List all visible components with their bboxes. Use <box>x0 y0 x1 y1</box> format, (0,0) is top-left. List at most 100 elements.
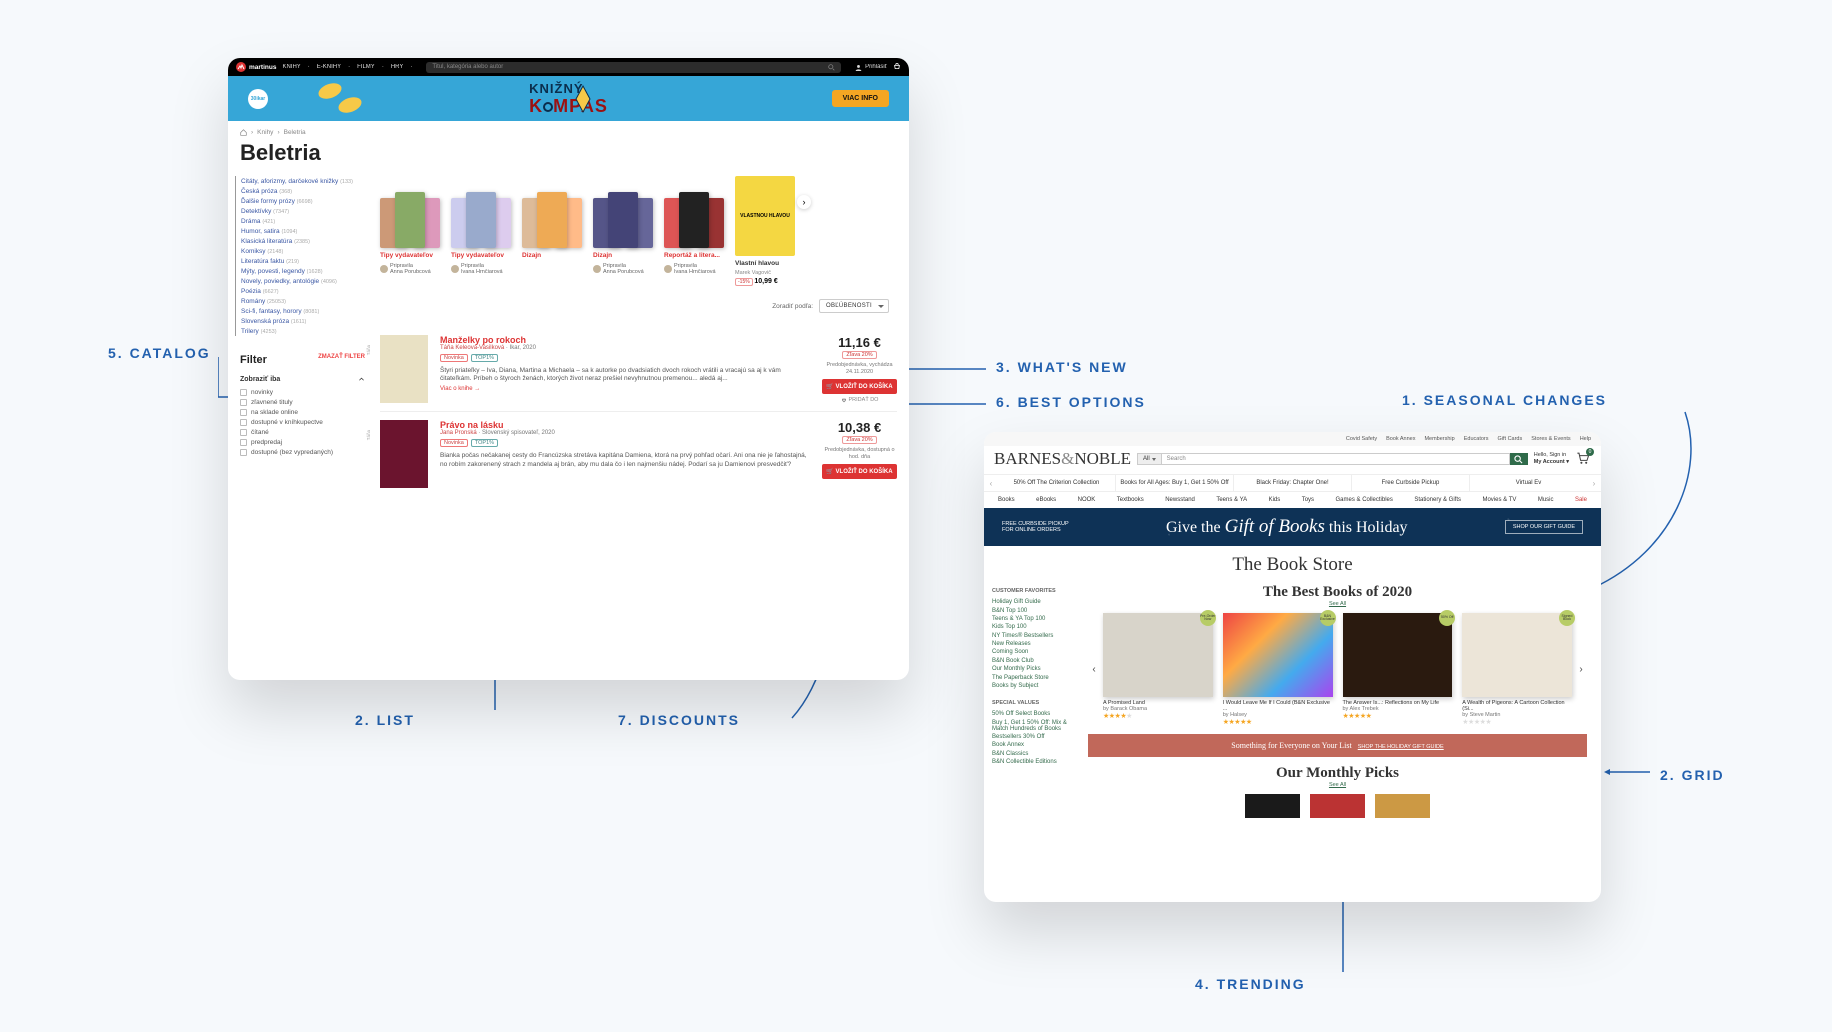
sidebar-link[interactable]: The Paperback Store <box>992 673 1072 681</box>
category-link[interactable]: Slovenská próza (1611) <box>235 316 360 326</box>
featured-card[interactable]: VLASTNOU HLAVOU›Vlastní hlavouMarek Vago… <box>735 176 795 285</box>
collection-card[interactable]: DizajnPripravilaAnna Porubcová <box>593 176 653 285</box>
more-link[interactable]: Viac o knihe → <box>440 386 480 392</box>
promo-item[interactable]: Books for All Ages: Buy 1, Get 1 50% Off <box>1116 475 1234 491</box>
sidebar-link[interactable]: Buy 1, Get 1 50% Off: Mix & Match Hundre… <box>992 719 1072 733</box>
carousel-next[interactable]: › <box>1575 664 1587 675</box>
filter-checkbox[interactable]: zľavnené tituly <box>240 397 365 407</box>
category-link[interactable]: Trilery (4253) <box>235 326 360 336</box>
account-menu[interactable]: Hello, Sign inMy Account ▾ <box>1534 452 1569 465</box>
category-link[interactable]: Mýty, povesti, legendy (1628) <box>235 266 360 276</box>
see-all-link[interactable]: See All <box>1088 782 1587 788</box>
sidebar-link[interactable]: NY Times® Bestsellers <box>992 632 1072 640</box>
sidebar-link[interactable]: B&N Top 100 <box>992 606 1072 614</box>
clear-filter[interactable]: ZMAZAŤ FILTER <box>318 354 365 366</box>
nav-link[interactable]: FILMY <box>357 64 375 70</box>
collection-card[interactable]: Tipy vydavateľovPripravilaAnna Porubcová <box>380 176 440 285</box>
search-cat-select[interactable]: All <box>1137 453 1162 465</box>
nav-link[interactable]: E-KNIHY <box>317 64 341 70</box>
nav-link[interactable]: HRY <box>391 64 404 70</box>
collection-card[interactable]: Tipy vydavateľovPripravilaIvana Hrnčiaro… <box>451 176 511 285</box>
dept-link[interactable]: Newsstand <box>1165 497 1195 503</box>
sidebar-link[interactable]: Holiday Gift Guide <box>992 598 1072 606</box>
category-link[interactable]: Klasická literatúra (2385) <box>235 236 360 246</box>
category-link[interactable]: Humor, satira (1094) <box>235 226 360 236</box>
util-link[interactable]: Help <box>1580 436 1591 442</box>
carousel-next[interactable]: › <box>797 195 811 209</box>
sort-select[interactable]: OBĽÚBENOSTI <box>819 299 889 313</box>
dept-link[interactable]: Textbooks <box>1117 497 1144 503</box>
promo-item[interactable]: 50% Off The Criterion Collection <box>998 475 1116 491</box>
filter-checkbox[interactable]: čítané <box>240 427 365 437</box>
sidebar-link[interactable]: Teens & YA Top 100 <box>992 615 1072 623</box>
dept-link[interactable]: NOOK <box>1078 497 1096 503</box>
add-to-cart-button[interactable]: 🛒 VLOŽIŤ DO KOŠÍKA <box>822 464 897 479</box>
category-link[interactable]: Novely, poviedky, antológie (4096) <box>235 276 360 286</box>
book-cover[interactable] <box>1310 794 1365 818</box>
nav-link[interactable]: KNIHY <box>282 64 300 70</box>
filter-checkbox[interactable]: na sklade online <box>240 407 365 417</box>
dept-link[interactable]: eBooks <box>1036 497 1056 503</box>
category-link[interactable]: Poézia (6627) <box>235 286 360 296</box>
category-link[interactable]: Česká próza (368) <box>235 186 360 196</box>
dept-link[interactable]: Sale <box>1575 497 1587 503</box>
dept-link[interactable]: Kids <box>1269 497 1281 503</box>
book-card[interactable]: 50% OffThe Answer Is...: Reflections on … <box>1343 613 1453 726</box>
filter-checkbox[interactable]: predpredaj <box>240 437 365 447</box>
util-link[interactable]: Gift Cards <box>1497 436 1522 442</box>
filter-checkbox[interactable]: dostupné v kníhkupectve <box>240 417 365 427</box>
crumb-link[interactable]: Knihy <box>257 129 273 136</box>
category-link[interactable]: Ďalšie formy prózy (6698) <box>235 196 360 206</box>
promo-item[interactable]: Black Friday: Chapter One! <box>1234 475 1352 491</box>
dept-link[interactable]: Toys <box>1302 497 1314 503</box>
dept-link[interactable]: Books <box>998 497 1015 503</box>
sidebar-link[interactable]: New Releases <box>992 640 1072 648</box>
dept-link[interactable]: Movies & TV <box>1482 497 1516 503</box>
collection-card[interactable]: Reportáž a litera...PripravilaIvana Hrnč… <box>664 176 724 285</box>
sidebar-link[interactable]: 50% Off Select Books <box>992 710 1072 718</box>
dept-link[interactable]: Music <box>1538 497 1554 503</box>
collection-card[interactable]: Dizajn <box>522 176 582 285</box>
category-link[interactable]: Citáty, aforizmy, darčekové knižky (133) <box>235 176 360 186</box>
book-card[interactable]: Pre-Order NowA Promised Landby Barack Ob… <box>1103 613 1213 726</box>
cta-shop-link[interactable]: SHOP THE HOLIDAY GIFT GUIDE <box>1358 744 1444 750</box>
category-link[interactable]: Detektívky (7347) <box>235 206 360 216</box>
wishlist-button[interactable]: PRIDAŤ DO <box>822 397 897 403</box>
book-card[interactable]: Signed BookA Wealth of Pigeons: A Cartoo… <box>1462 613 1572 726</box>
sidebar-link[interactable]: B&N Classics <box>992 750 1072 758</box>
cart-icon[interactable] <box>893 63 901 71</box>
promo-prev[interactable]: ‹ <box>984 479 998 488</box>
gift-banner-cta[interactable]: SHOP OUR GIFT GUIDE <box>1505 520 1583 534</box>
signin-link[interactable]: Prihlásiť <box>855 64 887 71</box>
util-link[interactable]: Covid Safety <box>1346 436 1377 442</box>
promo-item[interactable]: Free Curbside Pickup <box>1352 475 1470 491</box>
bn-logo[interactable]: BARNES&NOBLE <box>994 449 1131 469</box>
sidebar-link[interactable]: Book Annex <box>992 741 1072 749</box>
dept-link[interactable]: Stationery & Gifts <box>1414 497 1461 503</box>
filter-subheading[interactable]: Zobraziť iba <box>240 376 365 383</box>
sidebar-link[interactable]: B&N Collectible Editions <box>992 758 1072 766</box>
util-link[interactable]: Stores & Events <box>1531 436 1570 442</box>
sidebar-link[interactable]: Our Monthly Picks <box>992 665 1072 673</box>
filter-checkbox[interactable]: novinky <box>240 387 365 397</box>
util-link[interactable]: Membership <box>1424 436 1454 442</box>
book-title[interactable]: Manželky po rokoch <box>440 335 810 345</box>
search-button[interactable] <box>1510 453 1528 465</box>
sidebar-link[interactable]: Kids Top 100 <box>992 623 1072 631</box>
category-link[interactable]: Literatúra faktu (219) <box>235 256 360 266</box>
search-input[interactable]: Search <box>1162 453 1510 465</box>
crumb-link[interactable]: Beletria <box>284 129 306 136</box>
dept-link[interactable]: Games & Collectibles <box>1336 497 1393 503</box>
add-to-cart-button[interactable]: 🛒 VLOŽIŤ DO KOŠÍKA <box>822 379 897 394</box>
util-link[interactable]: Educators <box>1464 436 1489 442</box>
sidebar-link[interactable]: Books by Subject <box>992 682 1072 690</box>
cta-banner[interactable]: Something for Everyone on Your List SHOP… <box>1088 734 1587 757</box>
dept-link[interactable]: Teens & YA <box>1216 497 1247 503</box>
sidebar-link[interactable]: B&N Book Club <box>992 657 1072 665</box>
book-card[interactable]: B&N ExclusiveI Would Leave Me If I Could… <box>1223 613 1333 726</box>
category-link[interactable]: Sci-fi, fantasy, horory (8081) <box>235 306 360 316</box>
category-link[interactable]: Romány (25053) <box>235 296 360 306</box>
cart-button[interactable]: 0 <box>1575 450 1591 468</box>
sidebar-link[interactable]: Coming Soon <box>992 648 1072 656</box>
gift-banner[interactable]: FREE CURBSIDE PICKUPFOR ONLINE ORDERS Gi… <box>984 508 1601 546</box>
